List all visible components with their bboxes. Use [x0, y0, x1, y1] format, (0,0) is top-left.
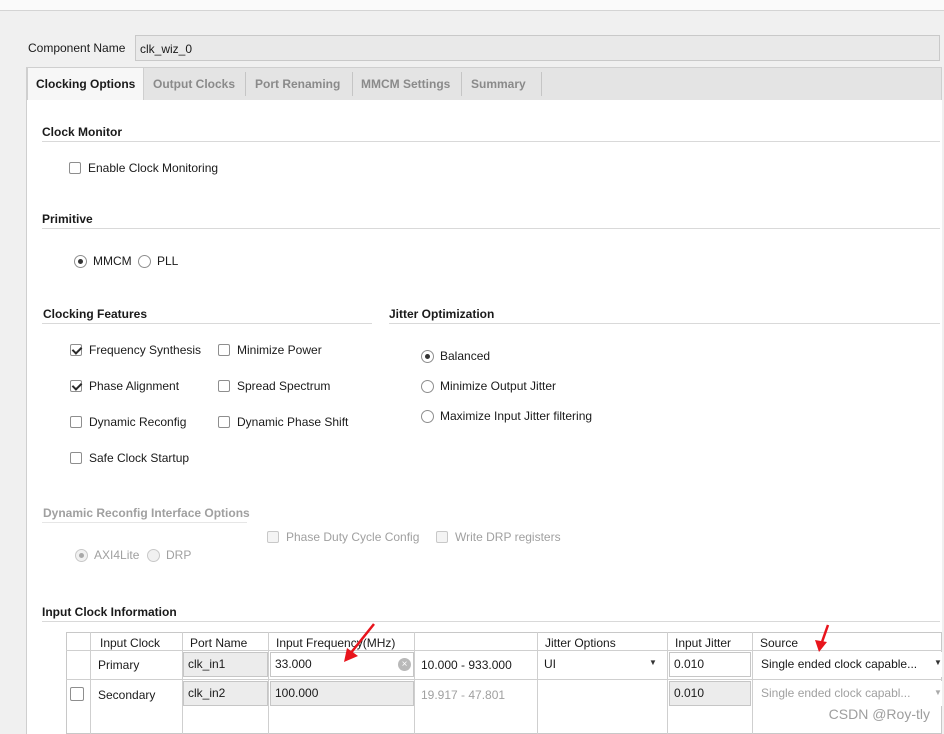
jitter-options-select[interactable]: UI — [539, 652, 666, 677]
dynamic-reconfig-label: Dynamic Reconfig — [89, 415, 187, 429]
secondary-clock-checkbox[interactable] — [70, 687, 84, 701]
secondary-source-select[interactable]: Single ended clock capabl... — [754, 681, 942, 706]
dynamic-reconfig-checkbox[interactable] — [70, 416, 82, 428]
secondary-source-value: Single ended clock capabl... — [761, 686, 911, 700]
spread-spectrum-checkbox[interactable] — [218, 380, 230, 392]
primitive-title: Primitive — [42, 212, 93, 226]
divider — [0, 10, 944, 11]
secondary-frequency-range: 19.917 - 47.801 — [421, 688, 506, 702]
tab-mmcm-settings[interactable]: MMCM Settings — [353, 68, 458, 100]
section-rule — [42, 141, 940, 142]
dynamic-reconfig-interface-title: Dynamic Reconfig Interface Options — [43, 506, 250, 520]
enable-clock-monitoring-label: Enable Clock Monitoring — [88, 161, 219, 175]
phase-duty-cycle-checkbox[interactable] — [267, 531, 279, 543]
component-name-label: Component Name — [28, 41, 126, 55]
clear-icon[interactable]: × — [398, 658, 411, 671]
safe-clock-startup-checkbox[interactable] — [70, 452, 82, 464]
primary-clock-name: Primary — [98, 658, 140, 672]
chevron-down-icon: ▼ — [934, 688, 942, 697]
chevron-down-icon: ▼ — [649, 658, 657, 667]
maximize-input-jitter-label: Maximize Input Jitter filtering — [440, 409, 593, 423]
section-rule — [42, 522, 247, 523]
minimize-power-checkbox[interactable] — [218, 344, 230, 356]
col-source: Source — [760, 636, 799, 650]
minimize-output-jitter-label: Minimize Output Jitter — [440, 379, 557, 393]
mmcm-label: MMCM — [93, 254, 132, 268]
axi4lite-label: AXI4Lite — [94, 548, 140, 562]
balanced-label: Balanced — [440, 349, 491, 363]
section-rule — [389, 323, 940, 324]
col-port-name: Port Name — [190, 636, 248, 650]
tab-separator — [461, 72, 462, 96]
tab-output-clocks[interactable]: Output Clocks — [145, 68, 243, 100]
secondary-clock-name: Secondary — [98, 688, 156, 702]
maximize-input-jitter-radio[interactable] — [421, 410, 434, 423]
pll-radio[interactable] — [138, 255, 151, 268]
row-divider — [66, 679, 942, 680]
dynamic-phase-shift-label: Dynamic Phase Shift — [237, 415, 349, 429]
tab-separator — [245, 72, 246, 96]
top-strip — [0, 0, 944, 10]
write-drp-registers-label: Write DRP registers — [455, 530, 561, 544]
primary-source-value: Single ended clock capable... — [761, 657, 918, 671]
annotation-arrow-icon — [815, 624, 830, 652]
minimize-output-jitter-radio[interactable] — [421, 380, 434, 393]
axi4lite-radio[interactable] — [75, 549, 88, 562]
balanced-radio[interactable] — [421, 350, 434, 363]
col-input-clock: Input Clock — [100, 636, 161, 650]
tab-clocking-options[interactable]: Clocking Options — [27, 68, 145, 102]
col-range — [414, 633, 537, 651]
minimize-power-label: Minimize Power — [237, 343, 322, 357]
drp-label: DRP — [166, 548, 192, 562]
secondary-input-jitter-field[interactable]: 0.010 — [669, 681, 751, 706]
column-divider — [90, 632, 91, 734]
mmcm-radio[interactable] — [74, 255, 87, 268]
col-input-jitter: Input Jitter — [675, 636, 732, 650]
frequency-synthesis-label: Frequency Synthesis — [89, 343, 202, 357]
tab-separator — [541, 72, 542, 96]
jitter-options-value: UI — [544, 657, 556, 671]
section-rule — [42, 323, 372, 324]
secondary-frequency-field[interactable]: 100.000 — [270, 681, 414, 706]
annotation-arrow-icon — [344, 623, 375, 662]
section-rule — [42, 621, 940, 622]
phase-duty-cycle-label: Phase Duty Cycle Config — [286, 530, 420, 544]
frequency-synthesis-checkbox[interactable] — [70, 344, 82, 356]
safe-clock-startup-label: Safe Clock Startup — [89, 451, 190, 465]
watermark: CSDN @Roy-tly — [828, 706, 930, 722]
spread-spectrum-label: Spread Spectrum — [237, 379, 331, 393]
enable-clock-monitoring-checkbox[interactable] — [69, 162, 81, 174]
dynamic-phase-shift-checkbox[interactable] — [218, 416, 230, 428]
pll-label: PLL — [157, 254, 179, 268]
primary-port-name-field[interactable]: clk_in1 — [183, 652, 268, 677]
section-rule — [42, 228, 940, 229]
tab-summary[interactable]: Summary — [463, 68, 534, 100]
primary-input-jitter-field[interactable]: 0.010 — [669, 652, 751, 677]
jitter-optimization-title: Jitter Optimization — [389, 307, 495, 321]
input-clock-information-title: Input Clock Information — [42, 605, 177, 619]
primary-frequency-range: 10.000 - 933.000 — [421, 658, 512, 672]
chevron-down-icon: ▼ — [934, 658, 942, 667]
write-drp-registers-checkbox[interactable] — [436, 531, 448, 543]
component-name-field[interactable]: clk_wiz_0 — [135, 35, 940, 61]
primary-frequency-value: 33.000 — [275, 657, 312, 671]
drp-radio[interactable] — [147, 549, 160, 562]
phase-alignment-checkbox[interactable] — [70, 380, 82, 392]
clocking-features-title: Clocking Features — [43, 307, 148, 321]
tab-port-renaming[interactable]: Port Renaming — [247, 68, 348, 100]
phase-alignment-label: Phase Alignment — [89, 379, 180, 393]
col-jitter-options: Jitter Options — [545, 636, 616, 650]
secondary-port-name-field[interactable]: clk_in2 — [183, 681, 268, 706]
clock-monitor-title: Clock Monitor — [42, 125, 122, 139]
primary-source-select[interactable]: Single ended clock capable... — [754, 652, 942, 677]
